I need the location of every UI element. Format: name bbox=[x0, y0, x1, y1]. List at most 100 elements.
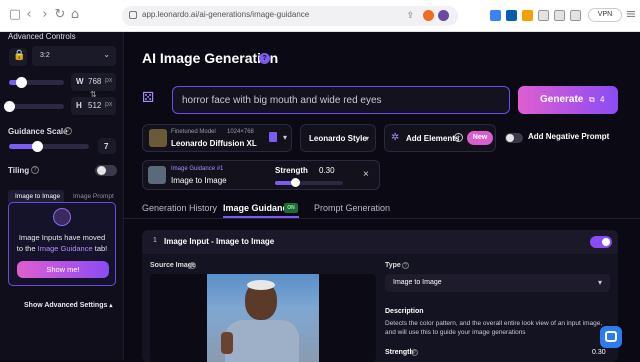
tab-generation-history[interactable]: Generation History bbox=[142, 203, 217, 213]
description-label: Description bbox=[385, 308, 424, 315]
tabs-divider bbox=[124, 218, 640, 219]
menu-icon[interactable]: ≡ bbox=[624, 8, 638, 22]
site-settings-icon[interactable] bbox=[129, 11, 137, 19]
style-select[interactable]: Leonardo Style ▾ bbox=[300, 124, 376, 152]
source-info-icon[interactable]: ? bbox=[189, 262, 196, 269]
prompt-text: horror face with big mouth and wide red … bbox=[182, 95, 382, 106]
negative-prompt-knob bbox=[506, 134, 514, 142]
model-selector[interactable]: Finetuned Model 1024×768 Leonardo Diffus… bbox=[142, 124, 292, 152]
guidance-chip-small: Image Guidance #1 bbox=[171, 166, 224, 172]
brave-rewards-icon[interactable] bbox=[438, 10, 449, 21]
translate-extension-icon[interactable] bbox=[490, 10, 501, 21]
brave-shield-icon[interactable] bbox=[423, 10, 434, 21]
section-enable-toggle[interactable] bbox=[590, 236, 612, 248]
negative-prompt-toggle[interactable] bbox=[505, 133, 523, 143]
notice-line2-post: tab! bbox=[92, 244, 108, 253]
tiling-toggle-knob bbox=[97, 166, 106, 175]
puzzle-extension-icon[interactable] bbox=[538, 10, 549, 21]
notice-line1: Image Inputs have moved bbox=[18, 233, 106, 242]
notice-line2: to the Image Guidance tab! bbox=[9, 244, 115, 253]
model-chevron-icon: ▾ bbox=[283, 133, 288, 142]
model-doc-icon[interactable] bbox=[269, 132, 277, 142]
aspect-ratio-select[interactable]: 3:2 ⌄ bbox=[32, 46, 116, 66]
chat-icon bbox=[605, 331, 617, 342]
portrait-shirt bbox=[225, 320, 299, 362]
share-icon[interactable]: ⇪ bbox=[406, 10, 414, 21]
portrait-hair bbox=[247, 280, 275, 290]
guidance-scale-value: 7 bbox=[104, 142, 109, 151]
aspect-ratio-value: 3:2 bbox=[40, 52, 50, 59]
strength-slider-thumb[interactable] bbox=[291, 178, 301, 187]
url-text: app.leonardo.ai/ai-generations/image-gui… bbox=[142, 10, 310, 19]
yellow-extension-icon[interactable] bbox=[522, 10, 533, 21]
token-icon: ⧉ bbox=[589, 95, 595, 104]
guidance-chip-main: Image to Image bbox=[171, 176, 227, 185]
width-slider-thumb[interactable] bbox=[16, 77, 27, 88]
forward-icon[interactable]: › bbox=[38, 8, 52, 22]
strength-value: 0.30 bbox=[319, 166, 335, 175]
model-name: Leonardo Diffusion XL bbox=[171, 139, 257, 148]
blue-extension-icon[interactable] bbox=[506, 10, 517, 21]
image-guidance-chip[interactable]: Image Guidance #1 Image to Image Strengt… bbox=[142, 160, 380, 190]
tiling-info-icon[interactable]: ? bbox=[31, 166, 39, 174]
strength2-info-icon[interactable]: ? bbox=[411, 349, 418, 356]
wallet-icon[interactable] bbox=[570, 10, 581, 21]
source-image-dropzone[interactable] bbox=[150, 274, 376, 362]
reload-icon[interactable]: ↻ bbox=[53, 8, 67, 22]
type-select[interactable]: Image to Image ▾ bbox=[385, 274, 610, 292]
show-advanced-settings-button[interactable]: Show Advanced Settings ▴ bbox=[24, 302, 112, 309]
chat-support-button[interactable] bbox=[600, 326, 622, 348]
width-field[interactable]: W 768 px bbox=[71, 73, 116, 91]
section-header: 1 Image Input - Image to Image bbox=[142, 230, 618, 254]
generate-button[interactable]: Generate ⧉ 4 bbox=[518, 86, 618, 114]
sidebar-panel-icon[interactable] bbox=[554, 10, 565, 21]
show-me-button[interactable]: Show me! bbox=[17, 261, 109, 278]
add-elements-button[interactable]: ✲ Add Elements + New bbox=[384, 124, 496, 152]
tab-image-to-image-label: Image to Image bbox=[15, 193, 61, 200]
aspect-lock-button[interactable]: 🔒 bbox=[9, 48, 27, 66]
guidance-scale-field[interactable]: 7 bbox=[98, 138, 116, 154]
tab-image-prompt-label: Image Prompt bbox=[73, 193, 114, 200]
height-slider[interactable] bbox=[9, 104, 64, 109]
browser-toolbar: ▢ ‹ › ↻ ⌂ app.leonardo.ai/ai-generations… bbox=[0, 0, 640, 32]
notice-avatar-icon bbox=[53, 208, 71, 226]
back-icon[interactable]: ‹ bbox=[22, 8, 36, 22]
image-guidance-link[interactable]: Image Guidance bbox=[38, 244, 93, 253]
guidance-thumbnail bbox=[148, 166, 166, 184]
type-info-icon[interactable]: ? bbox=[402, 262, 409, 269]
strength-slider[interactable] bbox=[275, 181, 343, 185]
strength2-label: Strength bbox=[385, 349, 414, 356]
guidance-info-icon[interactable]: ? bbox=[64, 127, 72, 135]
generate-label: Generate bbox=[540, 94, 584, 105]
tab-image-guidance[interactable]: Image Guidance bbox=[223, 203, 293, 213]
add-elements-label: Add Elements bbox=[406, 134, 460, 143]
elements-icon: ✲ bbox=[391, 132, 400, 143]
section-index: 1 bbox=[153, 237, 157, 244]
height-field[interactable]: H 512 px bbox=[71, 97, 116, 115]
remove-guidance-icon[interactable]: × bbox=[363, 169, 369, 180]
vpn-button[interactable]: VPN bbox=[588, 8, 622, 22]
address-bar[interactable]: app.leonardo.ai/ai-generations/image-gui… bbox=[122, 6, 458, 26]
lock-icon: 🔒 bbox=[13, 50, 26, 61]
help-icon[interactable]: ? bbox=[259, 53, 270, 64]
guidance-scale-thumb[interactable] bbox=[32, 141, 43, 152]
section-toggle-knob bbox=[602, 238, 610, 246]
chevron-down-icon: ⌄ bbox=[103, 50, 110, 59]
type-label: Type bbox=[385, 262, 401, 269]
sidebar-toggle-icon[interactable]: ▢ bbox=[8, 8, 22, 22]
tiling-toggle[interactable] bbox=[95, 165, 117, 176]
model-finetuned-label: Finetuned Model bbox=[171, 129, 216, 135]
style-chevron-icon: ▾ bbox=[365, 134, 370, 143]
settings-sidebar: Advanced Controls 🔒 3:2 ⌄ W 768 px ⇅ H 5… bbox=[0, 32, 124, 360]
model-thumbnail bbox=[149, 129, 167, 147]
random-prompt-dice-icon[interactable]: ⚄ bbox=[142, 90, 166, 112]
chevron-up-icon: ▴ bbox=[109, 303, 113, 309]
prompt-input[interactable]: horror face with big mouth and wide red … bbox=[172, 86, 510, 114]
guidance-scale-slider[interactable] bbox=[9, 144, 89, 149]
style-label: Leonardo Style bbox=[309, 134, 367, 143]
tab-prompt-generation[interactable]: Prompt Generation bbox=[314, 203, 390, 213]
height-slider-thumb[interactable] bbox=[4, 101, 15, 112]
height-label: H bbox=[76, 101, 82, 110]
home-icon[interactable]: ⌂ bbox=[68, 8, 82, 22]
section-title: Image Input - Image to Image bbox=[164, 237, 275, 246]
